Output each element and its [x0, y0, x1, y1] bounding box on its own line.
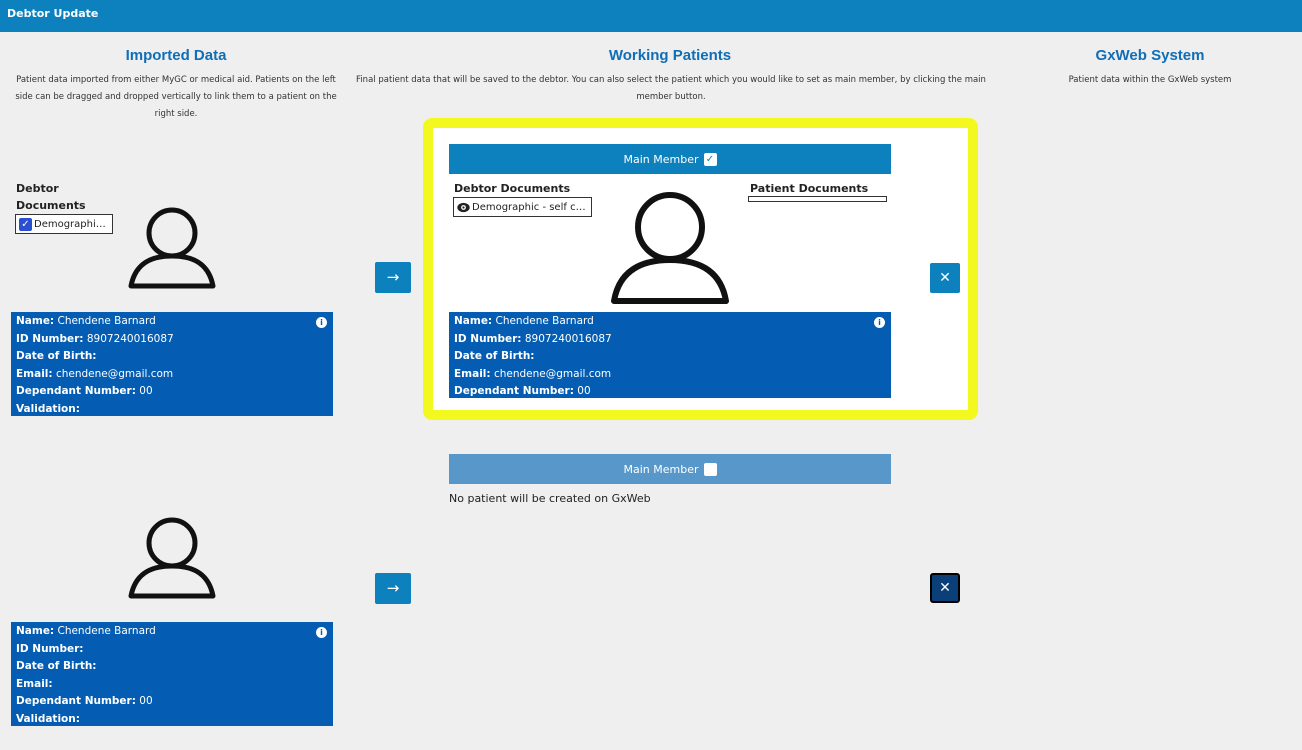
arrow-right-icon: →: [386, 579, 400, 597]
dob-label: Date of Birth:: [454, 350, 535, 362]
imported-debtor-documents-label: Debtor Documents: [16, 182, 86, 212]
validation-label: Validation:: [16, 712, 80, 725]
checkbox-checked-icon[interactable]: ✓: [19, 217, 32, 231]
name-value: Chendene Barnard: [57, 315, 156, 327]
imported-data-title: Imported Data: [125, 47, 227, 64]
gxweb-system-description: Patient data within the GxWeb system: [1068, 75, 1232, 85]
info-icon[interactable]: i: [316, 627, 327, 638]
name-label: Name:: [454, 315, 493, 327]
name-label: Name:: [16, 625, 55, 637]
info-icon[interactable]: i: [874, 317, 885, 328]
link-patient-arrow-button[interactable]: →: [375, 262, 411, 293]
id-value: 8907240016087: [524, 332, 612, 345]
email-label: Email:: [454, 367, 491, 380]
eye-icon[interactable]: [457, 202, 470, 213]
working-debtor-documents-label: Debtor Documents: [454, 182, 571, 195]
document-chip-label: Demographi…: [34, 218, 106, 230]
document-chip-label: Demographic - self c…: [472, 201, 586, 213]
working-patients-title: Working Patients: [608, 47, 732, 64]
dependant-value: 00: [139, 385, 153, 397]
main-member-button[interactable]: Main Member ✓: [449, 144, 891, 174]
validation-label: Validation:: [16, 402, 80, 415]
imported-document-chip[interactable]: ✓ Demographi…: [15, 214, 113, 234]
dependant-label: Dependant Number:: [16, 385, 136, 397]
dependant-value: 00: [577, 385, 591, 397]
close-icon: ✕: [939, 580, 951, 596]
id-label: ID Number:: [454, 332, 522, 345]
link-patient-arrow-button[interactable]: →: [375, 573, 411, 604]
main-member-label: Main Member: [623, 462, 699, 476]
imported-data-description: Patient data imported from either MyGC o…: [15, 75, 337, 119]
working-patient-documents-label: Patient Documents: [750, 182, 869, 195]
id-label: ID Number:: [16, 332, 84, 345]
arrow-right-icon: →: [386, 268, 400, 286]
user-avatar-icon: [128, 517, 216, 599]
app-title-bar: Debtor Update: [0, 0, 1302, 32]
email-label: Email:: [16, 367, 53, 380]
info-icon[interactable]: i: [316, 317, 327, 328]
working-patient-card[interactable]: Name: Chendene Barnard ID Number: 890724…: [449, 312, 891, 398]
email-value: chendene@gmail.com: [493, 367, 612, 380]
patient-documents-dropzone[interactable]: [748, 196, 887, 202]
name-value: Chendene Barnard: [495, 315, 594, 327]
dependant-value: 00: [139, 695, 153, 707]
imported-patient-card[interactable]: Name: Chendene Barnard ID Number: 890724…: [11, 312, 333, 416]
app-title: Debtor Update: [7, 7, 99, 20]
dependant-label: Dependant Number:: [16, 695, 136, 707]
dob-label: Date of Birth:: [16, 660, 97, 672]
user-avatar-icon: [611, 192, 729, 304]
name-label: Name:: [16, 315, 55, 327]
email-label: Email:: [16, 677, 53, 690]
name-value: Chendene Barnard: [57, 625, 156, 637]
main-member-button[interactable]: Main Member: [449, 454, 891, 484]
main-member-label: Main Member: [623, 152, 699, 166]
gxweb-system-title: GxWeb System: [1095, 47, 1205, 64]
imported-patient-card[interactable]: Name: Chendene Barnard ID Number: Date o…: [11, 622, 333, 726]
dependant-label: Dependant Number:: [454, 385, 574, 397]
id-value: 8907240016087: [86, 332, 174, 345]
working-document-chip[interactable]: Demographic - self c…: [453, 197, 592, 217]
dob-label: Date of Birth:: [16, 350, 97, 362]
working-patients-description: Final patient data that will be saved to…: [356, 75, 986, 102]
email-value: chendene@gmail.com: [55, 367, 174, 380]
remove-patient-button[interactable]: ✕: [930, 263, 960, 293]
remove-patient-button[interactable]: ✕: [930, 573, 960, 603]
main-member-checkbox-checked-icon[interactable]: ✓: [703, 152, 717, 166]
no-patient-message: No patient will be created on GxWeb: [449, 492, 651, 505]
close-icon: ✕: [939, 270, 951, 286]
user-avatar-icon: [128, 207, 216, 289]
id-label: ID Number:: [16, 642, 84, 655]
main-member-checkbox-unchecked-icon[interactable]: [703, 462, 717, 476]
